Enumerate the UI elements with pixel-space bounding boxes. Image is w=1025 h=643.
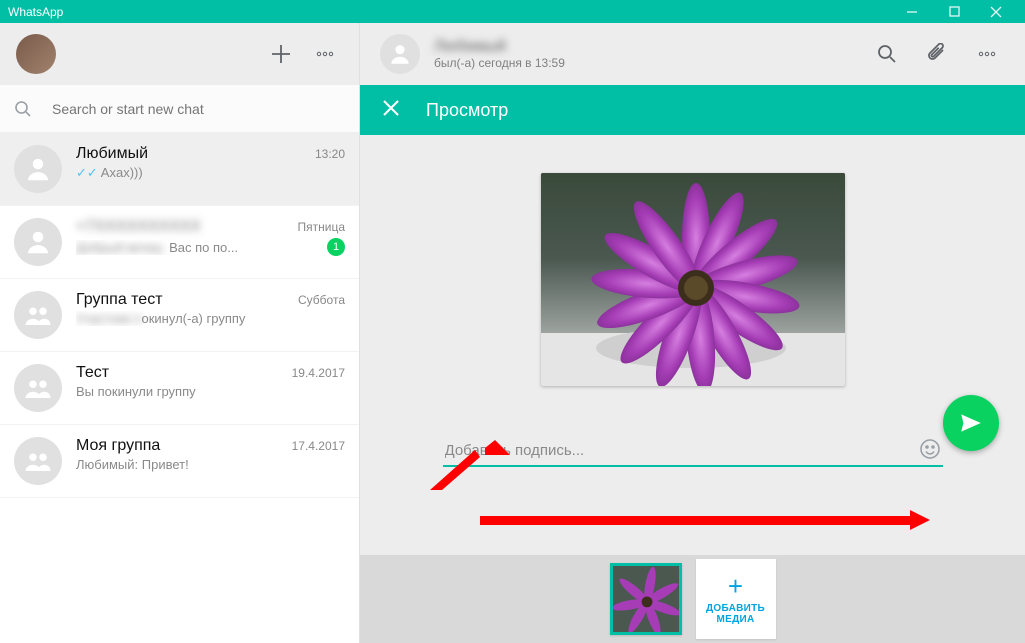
emoji-button[interactable] (919, 438, 941, 465)
attach-button[interactable] (919, 36, 955, 72)
conversation-header: Любимый был(-а) сегодня в 13:59 (360, 23, 1025, 85)
chat-avatar (14, 364, 62, 412)
window-maximize-button[interactable] (933, 0, 975, 23)
search-input[interactable] (52, 101, 345, 117)
chat-name: Тест (76, 364, 292, 382)
chat-name: +7XXXXXXXXXX (76, 218, 298, 236)
read-ticks-icon: ✓✓ (76, 165, 98, 180)
sidebar-header (0, 23, 359, 85)
chat-item[interactable]: Тест 19.4.2017 Вы покинули группу (0, 352, 359, 425)
window-minimize-button[interactable] (891, 0, 933, 23)
window-titlebar: WhatsApp (0, 0, 1025, 23)
contact-status: был(-а) сегодня в 13:59 (434, 56, 855, 70)
new-chat-button[interactable] (263, 36, 299, 72)
caption-input[interactable] (443, 436, 943, 467)
search-row (0, 85, 359, 133)
plus-icon: + (728, 573, 743, 599)
media-strip: + ДОБАВИТЬ МЕДИА (360, 555, 1025, 643)
chat-preview: Любимый: Привет! (76, 457, 345, 472)
chat-name: Любимый (76, 145, 315, 163)
contact-avatar[interactable] (380, 34, 420, 74)
add-media-button[interactable]: + ДОБАВИТЬ МЕДИА (696, 559, 776, 639)
unread-badge: 1 (327, 238, 345, 256)
preview-body (360, 135, 1025, 555)
contact-name: Любимый (434, 38, 855, 56)
conversation-pane: Любимый был(-а) сегодня в 13:59 Просмотр (360, 23, 1025, 643)
conversation-menu-button[interactable] (969, 36, 1005, 72)
media-thumbnail[interactable] (610, 563, 682, 635)
search-in-chat-button[interactable] (869, 36, 905, 72)
chat-preview: Добрый вечер, Вас по по... (76, 240, 321, 255)
window-title: WhatsApp (8, 5, 891, 19)
chat-name: Группа тест (76, 291, 298, 309)
chat-preview: ✓✓Axax))) (76, 165, 345, 181)
preview-image[interactable] (541, 173, 845, 386)
add-media-label: ДОБАВИТЬ МЕДИА (696, 603, 776, 625)
chat-avatar (14, 145, 62, 193)
annotation-arrow-icon (480, 510, 930, 530)
menu-button[interactable] (307, 36, 343, 72)
chat-item[interactable]: Моя группа 17.4.2017 Любимый: Привет! (0, 425, 359, 498)
chat-item[interactable]: Группа тест Суббота Участник покинул(-а)… (0, 279, 359, 352)
window-close-button[interactable] (975, 0, 1017, 23)
search-icon (14, 100, 32, 118)
chat-preview: Участник покинул(-а) группу (76, 311, 345, 326)
sidebar: Любимый 13:20 ✓✓Axax))) (0, 23, 360, 643)
caption-row (443, 436, 943, 467)
chat-preview: Вы покинули группу (76, 384, 345, 399)
chat-time: 17.4.2017 (292, 439, 345, 453)
chat-avatar (14, 291, 62, 339)
chat-avatar (14, 437, 62, 485)
send-button[interactable] (943, 395, 999, 451)
chat-time: 13:20 (315, 147, 345, 161)
chat-avatar (14, 218, 62, 266)
chat-name: Моя группа (76, 437, 292, 455)
own-avatar[interactable] (16, 34, 56, 74)
chat-time: 19.4.2017 (292, 366, 345, 380)
chat-time: Пятница (298, 220, 346, 234)
preview-title: Просмотр (426, 100, 508, 121)
chat-item[interactable]: +7XXXXXXXXXX Пятница Добрый вечер, Вас п… (0, 206, 359, 279)
chat-list: Любимый 13:20 ✓✓Axax))) (0, 133, 359, 643)
chat-item[interactable]: Любимый 13:20 ✓✓Axax))) (0, 133, 359, 206)
media-preview-panel: Просмотр (360, 85, 1025, 643)
chat-time: Суббота (298, 293, 345, 307)
preview-header: Просмотр (360, 85, 1025, 135)
close-preview-button[interactable] (382, 99, 400, 122)
